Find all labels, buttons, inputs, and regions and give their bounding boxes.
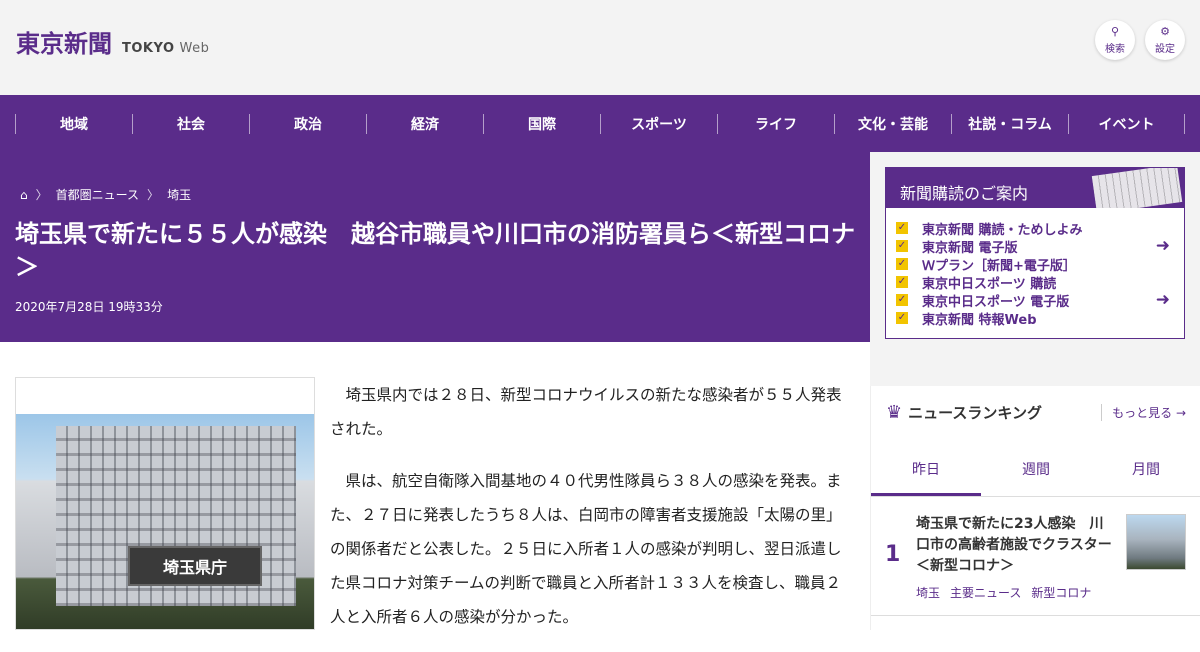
nav-item-sports[interactable]: スポーツ xyxy=(600,113,717,134)
subscription-item[interactable]: ✓ 東京中日スポーツ 購読 xyxy=(896,273,1184,292)
subscription-heading: 新聞購読のご案内 xyxy=(886,168,1184,208)
tab-yesterday[interactable]: 昨日 xyxy=(871,446,981,496)
news-ranking: ♛ ニュースランキング もっと見る → 昨日 週間 月間 1 埼玉県で新たに23… xyxy=(870,386,1200,630)
article-header: ⌂ 〉 首都圏ニュース 〉 埼玉 埼玉県で新たに５５人が感染 越谷市職員や川口市… xyxy=(0,152,870,342)
subscription-item[interactable]: ✓ Ｗプラン［新聞+電子版］ xyxy=(896,255,1184,274)
tag-link[interactable]: 埼玉 xyxy=(916,584,940,601)
subscription-box: 新聞購読のご案内 ✓ 東京新聞 購読・ためしよみ ✓ 東京新聞 電子版 ➜ ✓ Ｗプラン… xyxy=(885,167,1185,339)
article-paragraph: 埼玉県内では２８日、新型コロナウイルスの新たな感染者が５５人発表された。 xyxy=(330,386,842,438)
site-header: 東京新聞 TOKYO Web ⚲ 検索 ⚙ 設定 xyxy=(0,0,1200,95)
ranking-thumbnail[interactable] xyxy=(1126,514,1186,570)
more-link[interactable]: もっと見る → xyxy=(1101,404,1186,421)
crown-icon: ♛ xyxy=(886,402,903,423)
logo-japanese: 東京新聞 xyxy=(16,29,112,58)
prefectural-office-image: 埼玉県庁 xyxy=(16,414,314,629)
subscription-item[interactable]: ✓ 東京新聞 購読・ためしよみ xyxy=(896,219,1184,238)
subscription-list: ✓ 東京新聞 購読・ためしよみ ✓ 東京新聞 電子版 ➜ ✓ Ｗプラン［新聞+電子版］ … xyxy=(886,208,1184,328)
check-icon: ✓ xyxy=(896,258,908,270)
nav-item-economy[interactable]: 経済 xyxy=(366,113,483,134)
article-body: 埼玉県内では２８日、新型コロナウイルスの新たな感染者が５５人発表された。 県は、… xyxy=(330,378,850,652)
nav-item-events[interactable]: イベント xyxy=(1068,113,1185,134)
nav-item-international[interactable]: 国際 xyxy=(483,113,600,134)
subscription-item[interactable]: ✓ 東京新聞 特報Web xyxy=(896,309,1184,328)
breadcrumb-separator: 〉 xyxy=(147,188,160,202)
newspaper-image xyxy=(1091,168,1183,208)
home-icon[interactable]: ⌂ xyxy=(20,188,28,202)
subscription-item[interactable]: ✓ 東京新聞 電子版 ➜ xyxy=(896,236,1184,256)
ranking-header: ♛ ニュースランキング もっと見る → xyxy=(886,402,1186,423)
breadcrumb-item-metro[interactable]: 首都圏ニュース xyxy=(56,186,139,203)
article-paragraph: 県は、航空自衛隊入間基地の４０代男性隊員ら３８人の感染を発表。また、２７日に発表… xyxy=(330,472,842,626)
main-nav: 地域 社会 政治 経済 国際 スポーツ ライフ 文化・芸能 社説・コラム イベン… xyxy=(0,95,1200,152)
site-logo[interactable]: 東京新聞 TOKYO Web xyxy=(16,24,209,59)
breadcrumb-separator: 〉 xyxy=(35,188,48,202)
subscription-item[interactable]: ✓ 東京中日スポーツ 電子版 ➜ xyxy=(896,290,1184,310)
tag-link[interactable]: 主要ニュース xyxy=(950,584,1021,601)
ranking-title: ニュースランキング xyxy=(908,404,1042,422)
check-icon: ✓ xyxy=(896,222,908,234)
check-icon: ✓ xyxy=(896,312,908,324)
nav-item-culture[interactable]: 文化・芸能 xyxy=(834,113,951,134)
tag-link[interactable]: 新型コロナ xyxy=(1031,584,1091,601)
logo-english: TOKYO Web xyxy=(122,41,210,56)
tab-weekly[interactable]: 週間 xyxy=(981,446,1091,496)
breadcrumb-item-saitama[interactable]: 埼玉 xyxy=(167,186,191,203)
building-sign: 埼玉県庁 xyxy=(128,546,262,586)
nav-item-life[interactable]: ライフ xyxy=(717,113,834,134)
tab-monthly[interactable]: 月間 xyxy=(1091,446,1200,496)
ranking-item[interactable]: 1 埼玉県で新たに23人感染 川口市の高齢者施設でクラスター＜新型コロナ＞ 埼玉… xyxy=(871,498,1200,616)
search-button[interactable]: ⚲ 検索 xyxy=(1095,20,1135,60)
article-date: 2020年7月28日 19時33分 xyxy=(15,300,163,314)
check-icon: ✓ xyxy=(896,240,908,252)
settings-label: 設定 xyxy=(1155,43,1175,55)
login-icon[interactable]: ➜ xyxy=(1156,290,1170,310)
arrow-right-icon: → xyxy=(1175,406,1186,420)
check-icon: ✓ xyxy=(896,276,908,288)
search-label: 検索 xyxy=(1105,43,1125,55)
ranking-headline[interactable]: 埼玉県で新たに23人感染 川口市の高齢者施設でクラスター＜新型コロナ＞ xyxy=(916,514,1116,577)
login-icon[interactable]: ➜ xyxy=(1156,236,1170,256)
nav-item-region[interactable]: 地域 xyxy=(15,113,132,134)
nav-item-society[interactable]: 社会 xyxy=(132,113,249,134)
gear-icon: ⚙ xyxy=(1160,24,1170,38)
ranking-tabs: 昨日 週間 月間 xyxy=(871,446,1200,497)
breadcrumb: ⌂ 〉 首都圏ニュース 〉 埼玉 xyxy=(20,186,191,203)
article-photo[interactable]: 埼玉県庁 xyxy=(15,377,315,630)
nav-item-politics[interactable]: 政治 xyxy=(249,113,366,134)
check-icon: ✓ xyxy=(896,294,908,306)
article-title: 埼玉県で新たに５５人が感染 越谷市職員や川口市の消防署員ら＜新型コロナ＞ xyxy=(15,220,855,281)
settings-button[interactable]: ⚙ 設定 xyxy=(1145,20,1185,60)
search-icon: ⚲ xyxy=(1110,24,1120,38)
nav-item-editorial[interactable]: 社説・コラム xyxy=(951,113,1068,134)
ranking-tags: 埼玉 主要ニュース 新型コロナ xyxy=(916,584,1091,601)
rank-number: 1 xyxy=(885,542,901,567)
